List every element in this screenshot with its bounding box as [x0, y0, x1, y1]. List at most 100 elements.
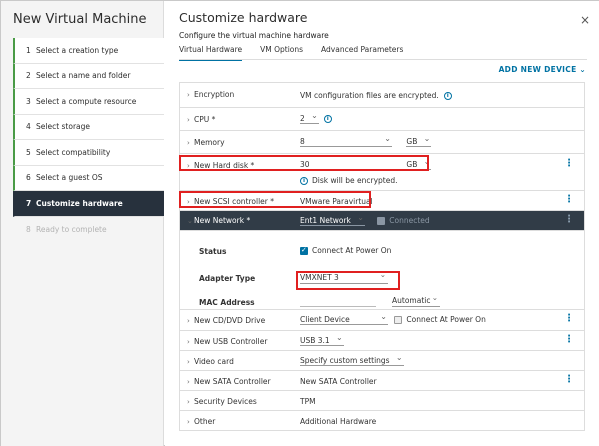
label-text: New USB Controller: [194, 337, 268, 346]
label-text: CPU *: [194, 115, 216, 124]
checkbox-icon: [377, 217, 386, 225]
kebab-menu-icon[interactable]: ⋮: [564, 335, 574, 345]
info-icon[interactable]: i: [323, 115, 332, 123]
wizard-step-6[interactable]: 6 Select a guest OS: [13, 165, 164, 191]
cddvd-select[interactable]: Client Device: [300, 312, 388, 325]
wizard-step-8: 8 Ready to complete: [13, 217, 164, 243]
mac-address-input[interactable]: [300, 306, 376, 307]
mac-mode-select[interactable]: Automatic ⌄: [392, 293, 440, 307]
usb-value: USB 3.1: [300, 333, 344, 346]
step-label: Customize hardware: [36, 198, 123, 208]
hw-row-security: › Security Devices TPM: [180, 391, 584, 411]
video-value: Specify custom settings: [300, 353, 404, 366]
chevron-right-icon: ›: [187, 91, 190, 99]
cddvd-connect-label: Connect At Power On: [406, 315, 486, 324]
wizard-step-2[interactable]: 2 Select a name and folder: [13, 63, 164, 89]
wizard-step-3[interactable]: 3 Select a compute resource: [13, 89, 164, 115]
step-number: 5: [26, 147, 31, 157]
network-value: Ent1 Network Connected: [300, 213, 430, 226]
usb-select[interactable]: USB 3.1: [300, 333, 344, 346]
cddvd-value: Client Device Connect At Power On: [300, 312, 486, 325]
row-label[interactable]: › Memory: [187, 138, 225, 147]
security-value: TPM: [300, 397, 316, 406]
network-select[interactable]: Ent1 Network: [300, 213, 365, 226]
row-label[interactable]: › New SATA Controller: [187, 377, 271, 386]
video-select[interactable]: Specify custom settings: [300, 353, 404, 366]
label-text: New Network *: [194, 216, 251, 225]
label-text: Security Devices: [194, 397, 257, 406]
encryption-text: VM configuration files are encrypted.: [300, 91, 439, 100]
memory-unit-select[interactable]: GB: [406, 134, 432, 147]
row-label[interactable]: › Security Devices: [187, 397, 257, 406]
mac-address-label: MAC Address: [199, 298, 255, 307]
row-label[interactable]: › Encryption: [187, 90, 234, 99]
row-label[interactable]: › New CD/DVD Drive: [187, 316, 265, 325]
info-icon: i: [300, 177, 308, 185]
main-pane: Customize hardware × Configure the virtu…: [165, 1, 599, 446]
page-subtitle: Configure the virtual machine hardware: [179, 31, 329, 40]
cddvd-connect-checkbox[interactable]: Connect At Power On: [394, 315, 486, 324]
row-label[interactable]: › New USB Controller: [187, 337, 267, 346]
encryption-value: VM configuration files are encrypted. i: [300, 91, 452, 100]
label-text: New SATA Controller: [194, 377, 271, 386]
step-number: 6: [26, 173, 31, 183]
chevron-right-icon: ›: [187, 418, 190, 426]
step-label: Ready to complete: [36, 224, 107, 234]
connected-label: Connected: [389, 216, 430, 225]
hw-row-network: ⌄New Network * Ent1 Network Connected ⋮: [180, 211, 584, 231]
highlight-scsi-controller: [179, 191, 371, 208]
wizard-step-5[interactable]: 5 Select compatibility: [13, 140, 164, 166]
tab-divider: [179, 59, 587, 60]
kebab-menu-icon[interactable]: ⋮: [564, 375, 574, 385]
wizard-title: New Virtual Machine: [13, 12, 147, 27]
kebab-menu-icon[interactable]: ⋮: [564, 314, 574, 324]
row-label[interactable]: › CPU *: [187, 115, 215, 124]
memory-value: 8 GB: [300, 134, 432, 147]
status-checkbox[interactable]: Connect At Power On: [300, 246, 391, 255]
wizard-sidebar: New Virtual Machine 1 Select a creation t…: [1, 1, 164, 446]
other-value: Additional Hardware: [300, 417, 377, 426]
mac-mode-value: Automatic: [392, 296, 431, 305]
harddisk-note-text: Disk will be encrypted.: [312, 176, 398, 185]
step-label: Select a guest OS: [36, 173, 103, 183]
page-title: Customize hardware: [179, 10, 308, 25]
connected-toggle: Connected: [377, 216, 430, 225]
close-icon[interactable]: ×: [580, 14, 590, 26]
harddisk-note: i Disk will be encrypted.: [300, 176, 398, 185]
row-label[interactable]: ⌄New Network *: [187, 216, 250, 225]
step-number: 3: [26, 96, 31, 106]
hw-row-video: › Video card Specify custom settings: [180, 351, 584, 371]
label-text: Encryption: [194, 90, 235, 99]
hw-row-encryption: › Encryption VM configuration files are e…: [180, 83, 584, 108]
row-label[interactable]: › Other: [187, 417, 215, 426]
hw-row-cpu: › CPU * 2i: [180, 108, 584, 131]
checkbox-checked-icon: [300, 246, 308, 255]
chevron-right-icon: ›: [187, 378, 190, 386]
chevron-right-icon: ›: [187, 317, 190, 325]
chevron-right-icon: ›: [187, 338, 190, 346]
wizard-step-7[interactable]: 7 Customize hardware: [13, 191, 164, 217]
wizard-step-4[interactable]: 4 Select storage: [13, 114, 164, 140]
label-text: New CD/DVD Drive: [194, 316, 266, 325]
kebab-menu-icon[interactable]: ⋮: [564, 195, 574, 205]
wizard-steps: 1 Select a creation type 2 Select a name a…: [13, 38, 164, 242]
cpu-select[interactable]: 2: [300, 111, 319, 124]
kebab-menu-icon[interactable]: ⋮: [564, 159, 574, 169]
step-label: Select compatibility: [36, 147, 111, 157]
info-icon[interactable]: i: [443, 92, 452, 100]
wizard-step-1[interactable]: 1 Select a creation type: [13, 38, 164, 64]
memory-input[interactable]: 8: [300, 134, 392, 147]
add-new-device-button[interactable]: ADD NEW DEVICE ⌄: [499, 65, 586, 74]
hw-row-other: › Other Additional Hardware: [180, 411, 584, 431]
row-label[interactable]: › Video card: [187, 357, 234, 366]
hw-row-usb: › New USB Controller USB 3.1 ⋮: [180, 331, 584, 351]
sata-value: New SATA Controller: [300, 377, 377, 386]
adapter-type-label: Adapter Type: [199, 274, 256, 283]
kebab-menu-icon[interactable]: ⋮: [564, 215, 574, 225]
status-label: Status: [199, 247, 227, 256]
step-number: 8: [26, 224, 31, 234]
status-value: Connect At Power On: [312, 246, 392, 255]
step-number: 1: [26, 45, 31, 55]
highlight-adapter-type: [296, 271, 400, 290]
step-label: Select a creation type: [36, 45, 119, 55]
